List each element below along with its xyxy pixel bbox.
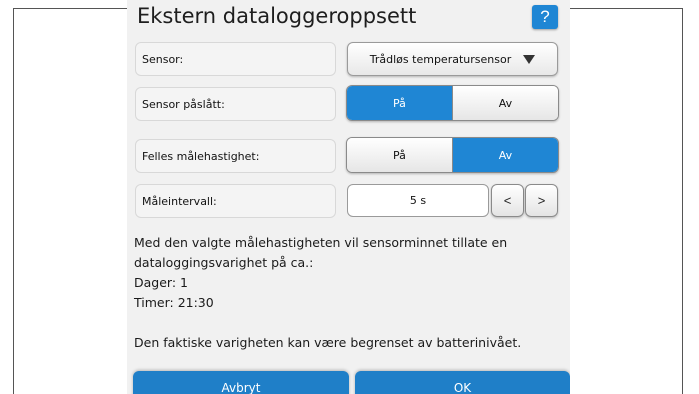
chevron-down-icon bbox=[523, 54, 536, 64]
sensor-on-toggle: På Av bbox=[346, 85, 559, 121]
info-line-1: Med den valgte målehastigheten vil senso… bbox=[134, 235, 508, 250]
info-line-2: dataloggingsvarighet på ca.: bbox=[134, 255, 314, 270]
common-rate-option-off[interactable]: Av bbox=[452, 138, 558, 172]
interval-prev-button[interactable]: < bbox=[491, 184, 524, 217]
common-rate-label: Felles målehastighet: bbox=[135, 139, 336, 173]
help-button[interactable]: ? bbox=[532, 5, 558, 29]
sensor-dropdown[interactable]: Trådløs temperatursensor bbox=[347, 42, 558, 76]
title-bar: Ekstern dataloggeroppsett ? bbox=[127, 0, 570, 30]
info-note: Den faktiske varigheten kan være begrens… bbox=[134, 335, 522, 350]
datalogger-setup-dialog: Ekstern dataloggeroppsett ? Sensor: Tråd… bbox=[127, 0, 570, 394]
dialog-title: Ekstern dataloggeroppsett bbox=[137, 4, 417, 28]
sensor-on-option-on[interactable]: På bbox=[347, 86, 452, 120]
interval-label: Måleintervall: bbox=[135, 184, 336, 218]
sensor-label: Sensor: bbox=[135, 42, 336, 76]
sensor-on-label: Sensor påslått: bbox=[135, 87, 336, 121]
common-rate-toggle: På Av bbox=[346, 137, 559, 173]
cancel-button[interactable]: Avbryt bbox=[133, 371, 349, 394]
sensor-dropdown-value: Trådløs temperatursensor bbox=[369, 52, 512, 66]
interval-next-button[interactable]: > bbox=[525, 184, 558, 217]
common-rate-option-on[interactable]: På bbox=[347, 138, 452, 172]
sensor-on-option-off[interactable]: Av bbox=[452, 86, 558, 120]
info-days: Dager: 1 bbox=[134, 275, 188, 290]
ok-button[interactable]: OK bbox=[355, 371, 570, 394]
info-hours: Timer: 21:30 bbox=[134, 295, 214, 310]
interval-value: 5 s bbox=[347, 184, 489, 217]
